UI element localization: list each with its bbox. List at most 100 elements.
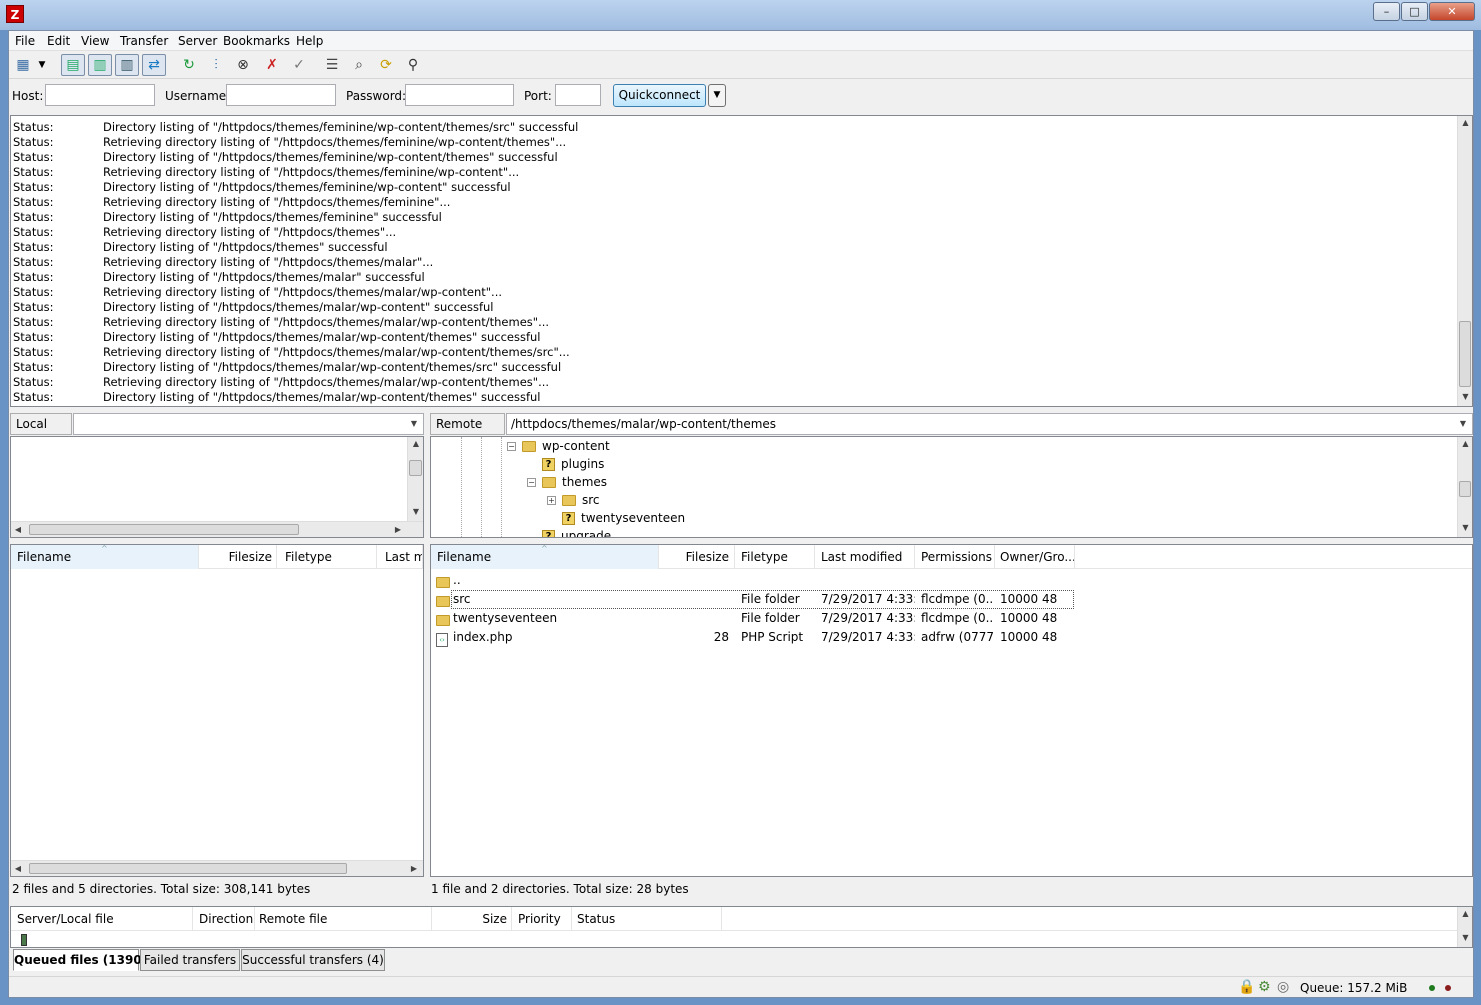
local-col-filesize[interactable]: Filesize bbox=[199, 545, 277, 569]
toggle-message-log-icon[interactable]: ▤ bbox=[61, 54, 85, 76]
queue-col-remote-file[interactable]: Remote file bbox=[255, 907, 432, 931]
toggle-remote-tree-icon[interactable]: ▥ bbox=[115, 54, 139, 76]
search-icon[interactable]: ⌕ bbox=[347, 54, 371, 76]
local-list-hscroll-thumb[interactable] bbox=[29, 863, 347, 874]
filter-icon[interactable]: ☰ bbox=[320, 54, 344, 76]
queue-col-status[interactable]: Status bbox=[572, 907, 722, 931]
scroll-right-icon[interactable]: ▶ bbox=[393, 525, 403, 534]
menu-file[interactable]: File bbox=[15, 33, 35, 49]
scroll-down-icon[interactable]: ▼ bbox=[1458, 933, 1472, 942]
expand-icon[interactable]: + bbox=[547, 496, 556, 505]
local-site-combo[interactable] bbox=[73, 413, 424, 435]
tree-node-wp-content[interactable]: − wp-content bbox=[507, 437, 610, 455]
reconnect-icon[interactable]: ✓ bbox=[287, 54, 311, 76]
queue-col-direction[interactable]: Direction bbox=[193, 907, 255, 931]
menu-help[interactable]: Help bbox=[296, 33, 323, 49]
disconnect-icon[interactable]: ✗ bbox=[260, 54, 284, 76]
scroll-up-icon[interactable]: ▲ bbox=[408, 439, 423, 448]
filezilla-app-icon[interactable]: Z bbox=[6, 5, 24, 23]
dropdown-arrow-icon[interactable]: ▼ bbox=[35, 54, 49, 76]
remote-tree[interactable]: − wp-content? plugins − themes + src? twentysev… bbox=[430, 436, 1473, 538]
site-manager-icon[interactable]: ▦ bbox=[11, 54, 35, 76]
local-col-filetype[interactable]: Filetype bbox=[277, 545, 377, 569]
filter-status-icon[interactable]: ◎ bbox=[1277, 979, 1289, 995]
remote-site-combo[interactable]: /httpdocs/themes/malar/wp-content/themes bbox=[506, 413, 1473, 435]
speed-limit-icon[interactable]: ⚙ bbox=[1258, 979, 1271, 995]
local-tree[interactable]: ▲ ▼ ◀ ▶ bbox=[10, 436, 424, 538]
process-queue-icon[interactable]: ⫶ bbox=[204, 54, 228, 76]
transfer-queue: Server/Local file Direction Remote file … bbox=[10, 906, 1473, 948]
queue-col-priority[interactable]: Priority bbox=[512, 907, 572, 931]
local-list-hscroll[interactable]: ◀ ▶ bbox=[11, 860, 423, 876]
tab-successful-transfers[interactable]: Successful transfers (4) bbox=[241, 949, 385, 971]
queue-scrollbar[interactable]: ▲ ▼ bbox=[1457, 907, 1472, 947]
local-tree-vscroll[interactable]: ▲ ▼ bbox=[407, 437, 423, 521]
tree-node-plugins[interactable]: ? plugins bbox=[527, 455, 604, 473]
log-line-message: Directory listing of "/httpdocs/themes" … bbox=[103, 240, 388, 254]
toggle-queue-icon[interactable]: ⇄ bbox=[142, 54, 166, 76]
file-row[interactable]: twentyseventeen File folder 7/29/2017 4:33… bbox=[431, 609, 1472, 628]
file-row[interactable]: .. bbox=[431, 571, 1472, 590]
main-window: File Edit View Transfer Server Bookmarks… bbox=[8, 30, 1474, 998]
remote-col-filesize[interactable]: Filesize bbox=[659, 545, 735, 569]
remote-site-dropdown-icon[interactable]: ▼ bbox=[1457, 419, 1469, 428]
remote-tree-scroll-thumb[interactable] bbox=[1459, 481, 1471, 497]
collapse-icon[interactable]: − bbox=[527, 478, 536, 487]
cancel-icon[interactable]: ⊗ bbox=[231, 54, 255, 76]
local-col-filename[interactable]: Filename ^ bbox=[11, 545, 199, 569]
local-col-lastmodified[interactable]: Last mo bbox=[377, 545, 423, 569]
scroll-up-icon[interactable]: ▲ bbox=[1458, 909, 1472, 918]
scroll-up-icon[interactable]: ▲ bbox=[1458, 118, 1472, 127]
menu-view[interactable]: View bbox=[81, 33, 109, 49]
scroll-right-icon[interactable]: ▶ bbox=[409, 864, 419, 873]
username-input[interactable] bbox=[226, 84, 336, 106]
local-tree-hscroll-thumb[interactable] bbox=[29, 524, 299, 535]
compare-icon[interactable]: ⟳ bbox=[374, 54, 398, 76]
menu-edit[interactable]: Edit bbox=[47, 33, 70, 49]
file-row[interactable]: ‹› index.php 28 PHP Script 7/29/2017 4:33:..… bbox=[431, 628, 1472, 647]
scroll-left-icon[interactable]: ◀ bbox=[13, 864, 23, 873]
remote-col-permissions[interactable]: Permissions bbox=[915, 545, 995, 569]
tab-failed-transfers[interactable]: Failed transfers bbox=[140, 949, 240, 971]
tree-node-label: themes bbox=[562, 475, 608, 489]
log-line-message: Directory listing of "/httpdocs/themes/f… bbox=[103, 120, 579, 134]
remote-col-filename[interactable]: Filename ^ bbox=[431, 545, 659, 569]
menu-bookmarks[interactable]: Bookmarks bbox=[223, 33, 290, 49]
queue-col-size[interactable]: Size bbox=[432, 907, 512, 931]
local-tree-scroll-thumb[interactable] bbox=[409, 460, 422, 476]
find-files-icon[interactable]: ⚲ bbox=[401, 54, 425, 76]
scroll-down-icon[interactable]: ▼ bbox=[1458, 392, 1472, 401]
quickconnect-button[interactable]: Quickconnect bbox=[613, 84, 706, 107]
maximize-button[interactable]: □ bbox=[1401, 2, 1428, 21]
log-scrollbar[interactable]: ▲ ▼ bbox=[1457, 116, 1472, 406]
remote-col-owner[interactable]: Owner/Gro... bbox=[995, 545, 1075, 569]
remote-tree-vscroll[interactable]: ▲ ▼ bbox=[1457, 437, 1472, 537]
queue-col-server-local[interactable]: Server/Local file bbox=[11, 907, 193, 931]
menu-server[interactable]: Server bbox=[178, 33, 217, 49]
refresh-icon[interactable]: ↻ bbox=[177, 54, 201, 76]
tree-node-twentyseventeen[interactable]: ? twentyseventeen bbox=[547, 509, 685, 527]
host-input[interactable] bbox=[45, 84, 155, 106]
remote-col-lastmodified[interactable]: Last modified bbox=[815, 545, 915, 569]
local-site-dropdown-icon[interactable]: ▼ bbox=[408, 419, 420, 428]
scroll-left-icon[interactable]: ◀ bbox=[13, 525, 23, 534]
minimize-button[interactable]: – bbox=[1373, 2, 1400, 21]
toggle-local-tree-icon[interactable]: ▥ bbox=[88, 54, 112, 76]
close-button[interactable]: ✕ bbox=[1429, 2, 1475, 21]
remote-col-filetype[interactable]: Filetype bbox=[735, 545, 815, 569]
port-input[interactable] bbox=[555, 84, 601, 106]
tree-node-src[interactable]: + src bbox=[547, 491, 600, 509]
scroll-down-icon[interactable]: ▼ bbox=[408, 507, 423, 516]
menu-transfer[interactable]: Transfer bbox=[120, 33, 168, 49]
file-row[interactable]: src File folder 7/29/2017 4:33:... flcdmpe … bbox=[431, 590, 1472, 609]
scroll-down-icon[interactable]: ▼ bbox=[1458, 523, 1472, 532]
collapse-icon[interactable]: − bbox=[507, 442, 516, 451]
tab-queued-files[interactable]: Queued files (1390) bbox=[13, 949, 147, 971]
tree-node-upgrade[interactable]: ? upgrade bbox=[527, 527, 611, 537]
local-tree-hscroll[interactable]: ◀ ▶ bbox=[11, 521, 423, 537]
log-scroll-thumb[interactable] bbox=[1459, 321, 1471, 387]
password-input[interactable] bbox=[405, 84, 514, 106]
scroll-up-icon[interactable]: ▲ bbox=[1458, 439, 1472, 448]
quickconnect-dropdown-icon[interactable]: ▼ bbox=[708, 84, 726, 107]
tree-node-themes[interactable]: − themes bbox=[527, 473, 607, 491]
